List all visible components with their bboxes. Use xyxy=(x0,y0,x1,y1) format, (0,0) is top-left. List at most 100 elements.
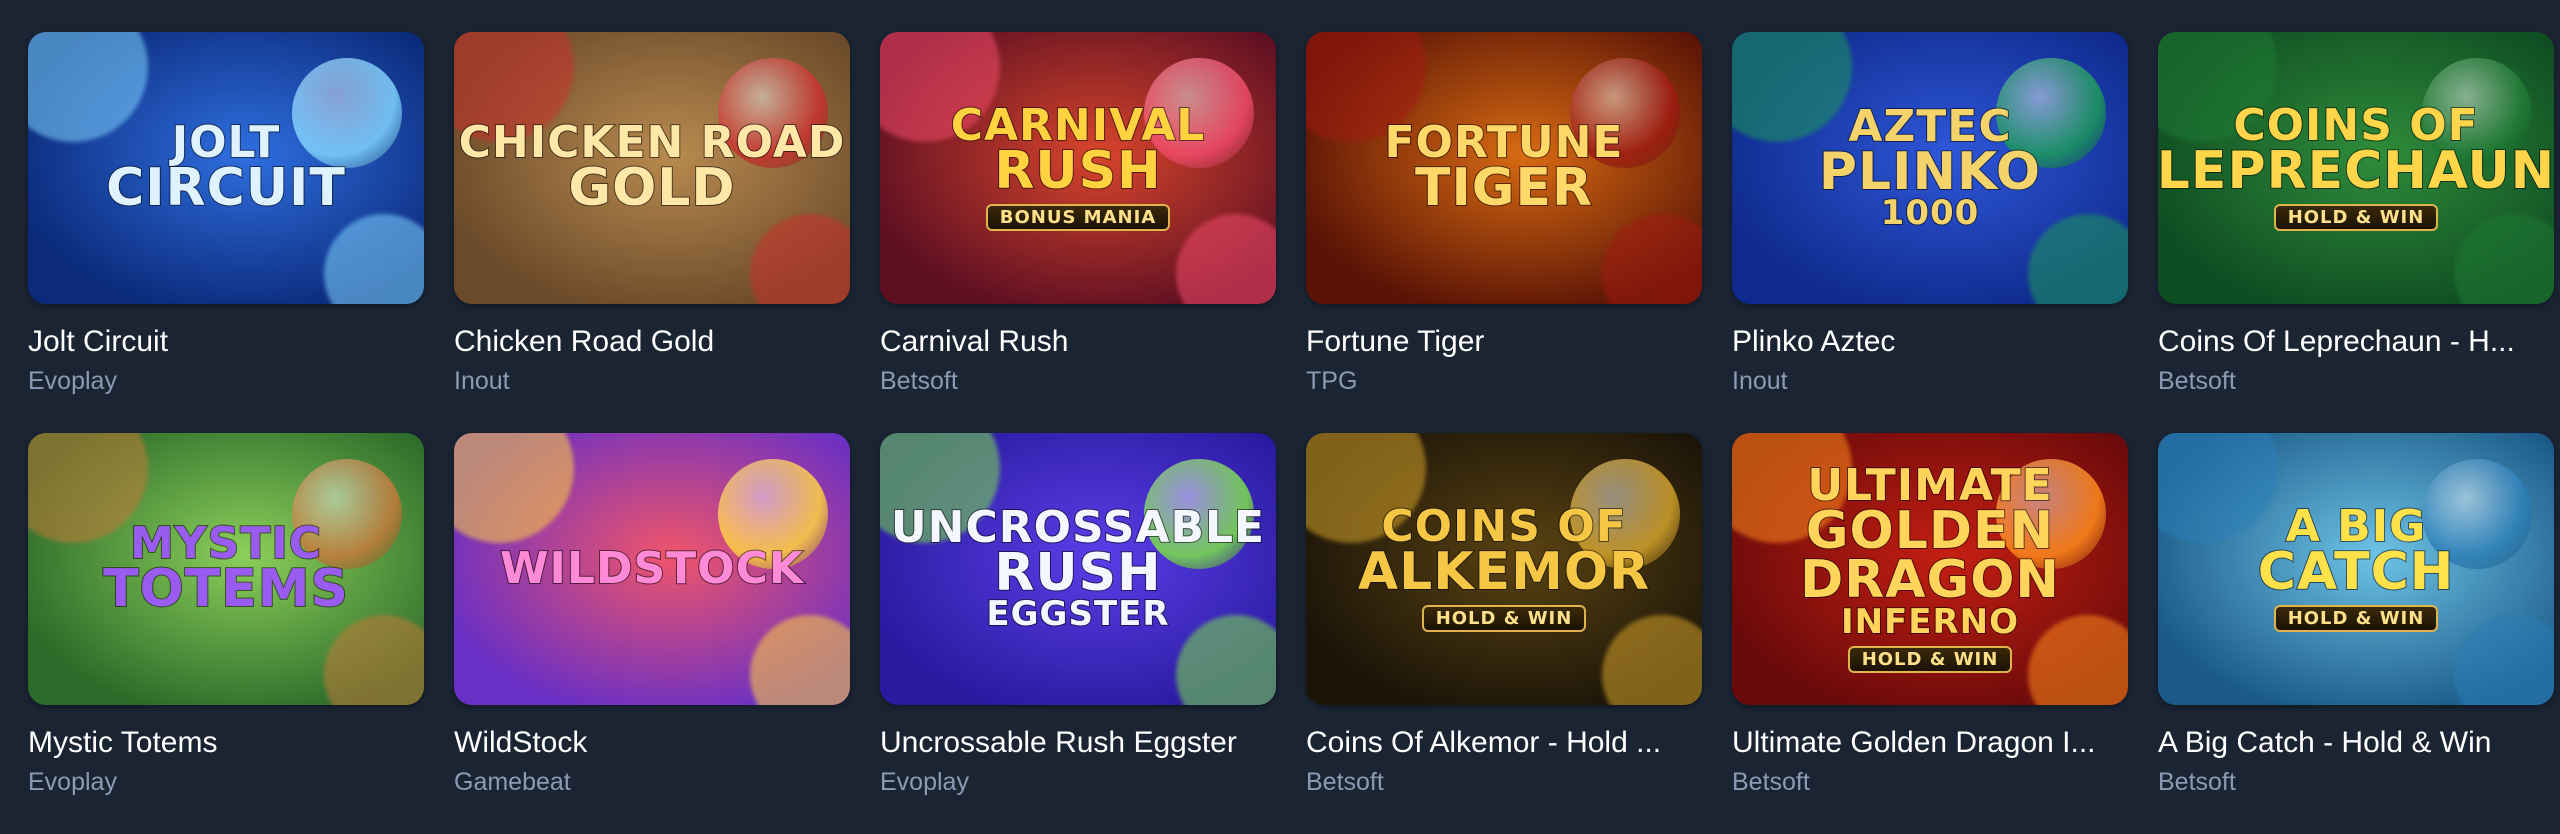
game-meta: Chicken Road Gold Inout xyxy=(454,304,850,398)
game-logo-line: Inferno xyxy=(1840,601,2020,642)
game-logo: Mystic Totems xyxy=(102,521,349,620)
game-provider[interactable]: Betsoft xyxy=(2158,364,2554,398)
game-card[interactable]: WildStock WildStock Gamebeat xyxy=(454,433,850,834)
game-title[interactable]: Fortune Tiger xyxy=(1306,324,1702,360)
game-title[interactable]: Uncrossable Rush Eggster xyxy=(880,725,1276,761)
game-card[interactable]: Fortune Tiger Fortune Tiger TPG xyxy=(1306,32,1702,433)
game-thumbnail[interactable]: Carnival Rush Bonus Mania xyxy=(880,32,1276,304)
game-title[interactable]: Coins Of Leprechaun - H... xyxy=(2158,324,2554,360)
game-logo-line: WildStock xyxy=(499,543,804,595)
game-logo-area: Fortune Tiger xyxy=(1306,32,1702,304)
game-card[interactable]: Coins of Alkemor Hold & Win Coins Of Alkemo… xyxy=(1306,433,1702,834)
game-thumbnail[interactable]: Coins of Alkemor Hold & Win xyxy=(1306,433,1702,705)
game-provider[interactable]: Betsoft xyxy=(1732,765,2128,799)
game-badge: Hold & Win xyxy=(1847,645,2013,673)
game-provider[interactable]: Betsoft xyxy=(2158,765,2554,799)
game-logo: Coins of Alkemor Hold & Win xyxy=(1357,503,1651,633)
game-logo: Uncrossable Rush Eggster xyxy=(890,505,1265,635)
game-logo: Jolt Circuit xyxy=(105,120,346,215)
game-provider[interactable]: Betsoft xyxy=(1306,765,1702,799)
game-logo-area: Ultimate Golden Dragon Inferno Hold & Win xyxy=(1732,433,2128,705)
game-meta: Fortune Tiger TPG xyxy=(1306,304,1702,398)
game-logo-line: Tiger xyxy=(1414,158,1594,219)
game-card[interactable]: Aztec Plinko 1000 Plinko Aztec Inout xyxy=(1732,32,2128,433)
game-title[interactable]: A Big Catch - Hold & Win xyxy=(2158,725,2554,761)
game-thumbnail[interactable]: Chicken Road Gold xyxy=(454,32,850,304)
game-meta: WildStock Gamebeat xyxy=(454,705,850,799)
game-meta: Mystic Totems Evoplay xyxy=(28,705,424,799)
game-thumbnail[interactable]: Mystic Totems xyxy=(28,433,424,705)
game-logo-area: A Big Catch Hold & Win xyxy=(2158,433,2554,705)
game-title[interactable]: Chicken Road Gold xyxy=(454,324,850,360)
game-badge: Hold & Win xyxy=(2273,204,2439,232)
game-title[interactable]: Ultimate Golden Dragon I... xyxy=(1732,725,2128,761)
game-badge: Hold & Win xyxy=(2273,605,2439,633)
game-thumbnail[interactable]: A Big Catch Hold & Win xyxy=(2158,433,2554,705)
game-logo-line: Plinko xyxy=(1818,142,2042,203)
game-provider[interactable]: Evoplay xyxy=(28,364,424,398)
game-card[interactable]: Mystic Totems Mystic Totems Evoplay xyxy=(28,433,424,834)
game-logo: Fortune Tiger xyxy=(1384,120,1624,219)
game-thumbnail[interactable]: WildStock xyxy=(454,433,850,705)
game-logo-line: Eggster xyxy=(985,594,1170,635)
game-logo: A Big Catch Hold & Win xyxy=(2257,503,2455,633)
game-provider[interactable]: TPG xyxy=(1306,364,1702,398)
game-title[interactable]: Carnival Rush xyxy=(880,324,1276,360)
game-badge: Hold & Win xyxy=(1421,605,1587,633)
game-meta: Ultimate Golden Dragon I... Betsoft xyxy=(1732,705,2128,799)
game-logo-area: Mystic Totems xyxy=(28,433,424,705)
game-thumbnail[interactable]: Aztec Plinko 1000 xyxy=(1732,32,2128,304)
game-title[interactable]: Coins Of Alkemor - Hold ... xyxy=(1306,725,1702,761)
game-logo-line: Golden Dragon xyxy=(1799,500,2060,611)
game-logo-area: Coins of Alkemor Hold & Win xyxy=(1306,433,1702,705)
game-logo-area: Jolt Circuit xyxy=(28,32,424,304)
games-grid: Jolt Circuit Jolt Circuit Evoplay Chicken Ro… xyxy=(28,32,2554,834)
game-logo-area: Carnival Rush Bonus Mania xyxy=(880,32,1276,304)
game-logo: WildStock xyxy=(499,543,804,595)
game-meta: Coins Of Alkemor - Hold ... Betsoft xyxy=(1306,705,1702,799)
game-meta: A Big Catch - Hold & Win Betsoft xyxy=(2158,705,2554,799)
game-title[interactable]: Plinko Aztec xyxy=(1732,324,2128,360)
game-card[interactable]: Chicken Road Gold Chicken Road Gold Inout xyxy=(454,32,850,433)
game-logo-area: WildStock xyxy=(454,433,850,705)
game-provider[interactable]: Inout xyxy=(454,364,850,398)
game-card[interactable]: Jolt Circuit Jolt Circuit Evoplay xyxy=(28,32,424,433)
game-logo-area: Uncrossable Rush Eggster xyxy=(880,433,1276,705)
game-logo-line: Rush xyxy=(993,140,1162,201)
game-card[interactable]: Ultimate Golden Dragon Inferno Hold & Win Ul… xyxy=(1732,433,2128,834)
game-logo-line: Leprechaun xyxy=(2158,140,2554,201)
game-logo-line: Catch xyxy=(2257,541,2455,602)
game-thumbnail[interactable]: Jolt Circuit xyxy=(28,32,424,304)
game-thumbnail[interactable]: Coins of Leprechaun Hold & Win xyxy=(2158,32,2554,304)
game-card[interactable]: Uncrossable Rush Eggster Uncrossable Rush E… xyxy=(880,433,1276,834)
game-title[interactable]: Jolt Circuit xyxy=(28,324,424,360)
game-logo-line: Alkemor xyxy=(1357,541,1651,602)
game-logo-area: Aztec Plinko 1000 xyxy=(1732,32,2128,304)
game-meta: Carnival Rush Betsoft xyxy=(880,304,1276,398)
game-logo: Coins of Leprechaun Hold & Win xyxy=(2158,102,2554,232)
game-title[interactable]: Mystic Totems xyxy=(28,725,424,761)
game-logo-line: Gold xyxy=(567,158,736,219)
game-logo-line: Totems xyxy=(102,559,349,620)
game-badge: Bonus Mania xyxy=(985,204,1171,232)
game-logo-line: 1000 xyxy=(1880,193,1980,234)
game-meta: Uncrossable Rush Eggster Evoplay xyxy=(880,705,1276,799)
game-card[interactable]: Carnival Rush Bonus Mania Carnival Rush Bets… xyxy=(880,32,1276,433)
game-meta: Jolt Circuit Evoplay xyxy=(28,304,424,398)
game-logo: Chicken Road Gold xyxy=(458,120,846,219)
game-provider[interactable]: Inout xyxy=(1732,364,2128,398)
game-meta: Plinko Aztec Inout xyxy=(1732,304,2128,398)
game-title[interactable]: WildStock xyxy=(454,725,850,761)
game-card[interactable]: Coins of Leprechaun Hold & Win Coins Of Lep… xyxy=(2158,32,2554,433)
game-provider[interactable]: Betsoft xyxy=(880,364,1276,398)
game-thumbnail[interactable]: Fortune Tiger xyxy=(1306,32,1702,304)
game-thumbnail[interactable]: Ultimate Golden Dragon Inferno Hold & Win xyxy=(1732,433,2128,705)
game-provider[interactable]: Evoplay xyxy=(880,765,1276,799)
game-thumbnail[interactable]: Uncrossable Rush Eggster xyxy=(880,433,1276,705)
game-provider[interactable]: Gamebeat xyxy=(454,765,850,799)
game-logo-line: Rush xyxy=(993,543,1162,604)
game-provider[interactable]: Evoplay xyxy=(28,765,424,799)
game-meta: Coins Of Leprechaun - H... Betsoft xyxy=(2158,304,2554,398)
game-card[interactable]: A Big Catch Hold & Win A Big Catch - Hold &… xyxy=(2158,433,2554,834)
game-logo: Aztec Plinko 1000 xyxy=(1818,104,2042,234)
